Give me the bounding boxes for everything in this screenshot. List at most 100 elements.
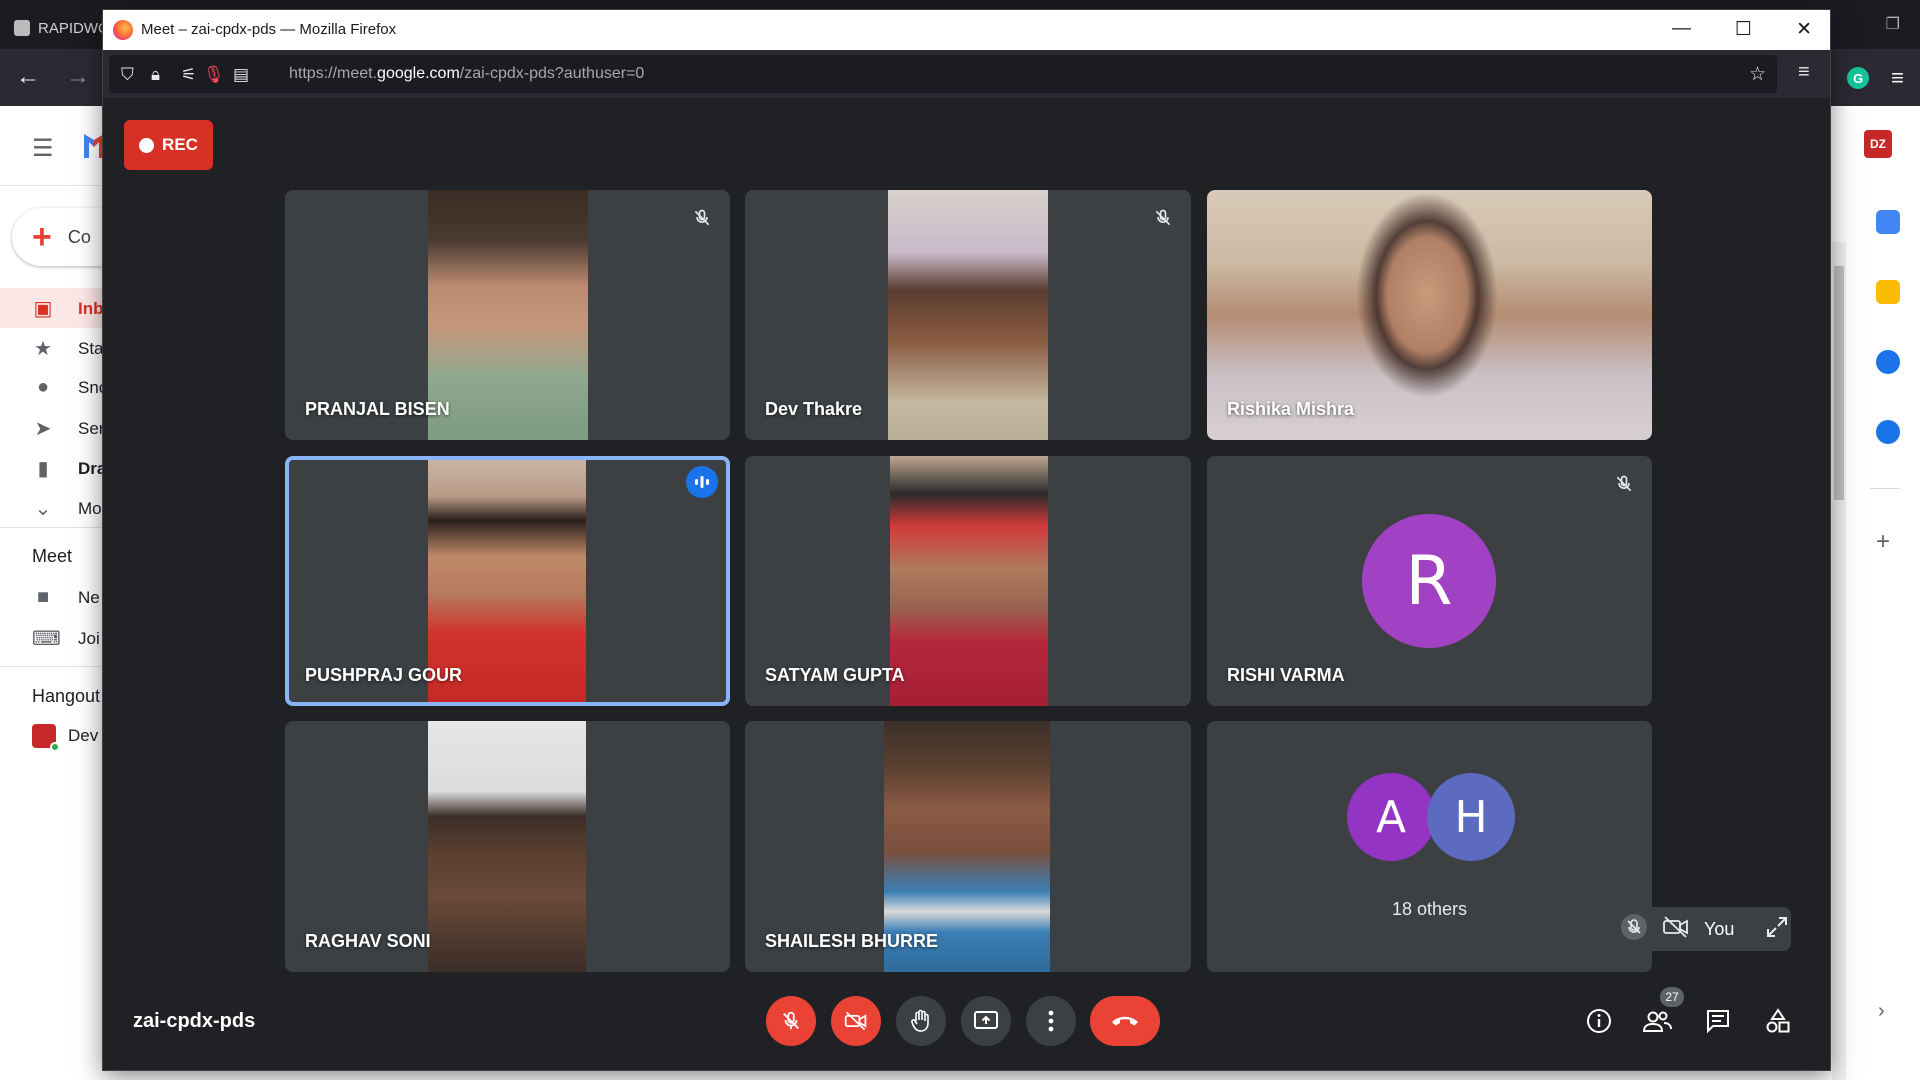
hand-icon	[911, 1009, 929, 1032]
others-avatar: H	[1427, 773, 1515, 861]
participant-name: SHAILESH BHURRE	[765, 931, 939, 951]
people-icon	[1642, 1011, 1672, 1032]
participant-name: Rishika Mishra	[1227, 399, 1355, 419]
participant-tile[interactable]: SATYAM GUPTA	[745, 456, 1191, 706]
background-window-controls: ❐	[1886, 14, 1900, 34]
minimize-icon[interactable]: —	[1672, 18, 1691, 41]
scrollbar-thumb[interactable]	[1834, 266, 1844, 500]
lock-icon[interactable]: 🔒︎	[151, 65, 160, 85]
gmail-nav-label: Mo	[78, 498, 102, 518]
participant-video	[888, 190, 1048, 440]
grammarly-extension-icon[interactable]: G	[1847, 67, 1870, 89]
maximize-icon[interactable]: ☐	[1735, 18, 1752, 41]
participant-tile[interactable]: PRANJAL BISEN	[285, 190, 730, 440]
participant-name: Dev Thakre	[765, 399, 863, 419]
more-vert-icon	[1048, 1010, 1054, 1032]
mic-off-icon	[688, 204, 716, 232]
back-arrow-icon[interactable]: ←	[16, 63, 40, 91]
tasks-icon[interactable]	[1876, 350, 1900, 374]
participant-tile[interactable]: SHAILESH BHURRE	[745, 721, 1191, 972]
gmail-nav-label: Ne	[78, 587, 100, 607]
gmail-nav-label: Inb	[78, 298, 104, 318]
self-label: You	[1704, 918, 1735, 939]
gmail-nav-sent[interactable]: ➤ Ser	[32, 416, 105, 441]
activities-button[interactable]	[1762, 1005, 1794, 1037]
participant-video	[428, 190, 588, 440]
hangouts-contact-name: Dev	[68, 726, 99, 745]
gmail-nav-inbox[interactable]: ▣ Inb	[32, 296, 104, 321]
bookmark-star-icon[interactable]: ☆	[1749, 63, 1766, 86]
chevron-right-icon[interactable]: ›	[1878, 1000, 1885, 1023]
participant-name: SATYAM GUPTA	[765, 665, 905, 685]
microphone-toggle-button[interactable]	[766, 996, 816, 1046]
camera-off-icon	[1662, 915, 1690, 944]
permissions-icon[interactable]: ⚟	[181, 65, 196, 85]
add-addon-icon[interactable]: +	[1876, 528, 1890, 556]
menu-icon[interactable]: ≡	[1798, 61, 1810, 84]
self-preview[interactable]: You	[1608, 907, 1791, 951]
gmail-meet-join[interactable]: ⌨ Joi	[32, 626, 100, 651]
participant-name: PUSHPRAJ GOUR	[305, 665, 463, 685]
compose-plus-icon: +	[32, 218, 52, 256]
restore-icon[interactable]: ❐	[1886, 14, 1900, 34]
gmail-nav-starred[interactable]: ★ Sta	[32, 336, 104, 361]
forward-arrow-icon[interactable]: →	[66, 63, 90, 91]
contacts-icon[interactable]	[1876, 420, 1900, 444]
account-avatar[interactable]: DZ	[1864, 130, 1892, 158]
others-tile[interactable]: A H 18 others	[1207, 721, 1652, 972]
hangouts-avatar	[32, 724, 60, 752]
send-icon: ➤	[34, 418, 52, 440]
chat-button[interactable]	[1702, 1005, 1734, 1037]
gmail-menu-icon[interactable]: ☰	[32, 134, 54, 163]
hang-up-icon	[1112, 1016, 1138, 1026]
participant-tile-active-speaker[interactable]: PUSHPRAJ GOUR	[285, 456, 730, 706]
present-screen-button[interactable]	[961, 996, 1011, 1046]
speaking-indicator-icon	[686, 466, 718, 498]
browser-menu-icon[interactable]: ≡	[1891, 65, 1904, 91]
hangouts-contact[interactable]: Dev	[32, 724, 99, 752]
gmail-meet-new[interactable]: ■ Ne	[32, 586, 100, 609]
address-field[interactable]: ⛉ 🔒︎ ⚟ 🎙︎ ▤ https://meet.google.com/zai-…	[109, 55, 1777, 93]
gmail-nav-more[interactable]: ⌄ Mo	[32, 496, 102, 521]
keep-icon[interactable]	[1876, 280, 1900, 304]
more-options-button[interactable]	[1026, 996, 1076, 1046]
meeting-code: zai-cpdx-pds	[133, 1010, 256, 1032]
gmail-nav-label: Sta	[78, 338, 104, 358]
calendar-icon[interactable]	[1876, 210, 1900, 234]
record-dot-icon	[139, 137, 155, 153]
tab-favicon-icon	[14, 20, 30, 36]
window-title: Meet – zai-cpdx-pds — Mozilla Firefox	[141, 21, 397, 38]
close-icon[interactable]: ✕	[1796, 18, 1812, 41]
participant-tile[interactable]: R RISHI VARMA	[1207, 456, 1652, 706]
gmail-nav-snoozed[interactable]: ● Sno	[32, 376, 108, 399]
raise-hand-button[interactable]	[896, 996, 946, 1046]
leave-call-button[interactable]	[1090, 996, 1160, 1046]
activities-icon	[1766, 1008, 1790, 1033]
url-bar: ⛉ 🔒︎ ⚟ 🎙︎ ▤ https://meet.google.com/zai-…	[103, 50, 1830, 98]
page-info-icon[interactable]: ▤	[233, 65, 249, 85]
hangouts-section-title: Hangout	[32, 686, 101, 706]
draft-icon: ▮	[37, 458, 49, 480]
participant-tile[interactable]: Rishika Mishra	[1207, 190, 1652, 440]
participant-name: RISHI VARMA	[1227, 665, 1345, 685]
meeting-details-button[interactable]	[1583, 1005, 1615, 1037]
participant-video	[428, 721, 586, 972]
shield-icon[interactable]: ⛉	[121, 65, 134, 85]
keyboard-icon: ⌨	[32, 628, 61, 650]
people-button[interactable]	[1641, 1005, 1673, 1037]
url-text: https://meet.google.com/zai-cpdx-pds?aut…	[289, 65, 645, 82]
background-tab[interactable]: RAPIDWC	[0, 12, 109, 44]
participant-tile[interactable]: RAGHAV SONI	[285, 721, 730, 972]
mic-off-icon	[1620, 913, 1648, 946]
mic-off-icon	[783, 1011, 799, 1030]
participant-count-badge: 27	[1660, 987, 1684, 1007]
microphone-active-icon[interactable]: 🎙︎	[203, 65, 225, 85]
expand-icon[interactable]	[1766, 916, 1788, 943]
meet-section-title: Meet	[32, 546, 73, 566]
gmail-nav-drafts[interactable]: ▮ Dra	[32, 456, 106, 481]
participant-tile[interactable]: Dev Thakre	[745, 190, 1191, 440]
camera-toggle-button[interactable]	[831, 996, 881, 1046]
participant-video	[890, 456, 1048, 706]
present-screen-icon	[974, 1011, 998, 1029]
participant-video	[1327, 190, 1527, 440]
